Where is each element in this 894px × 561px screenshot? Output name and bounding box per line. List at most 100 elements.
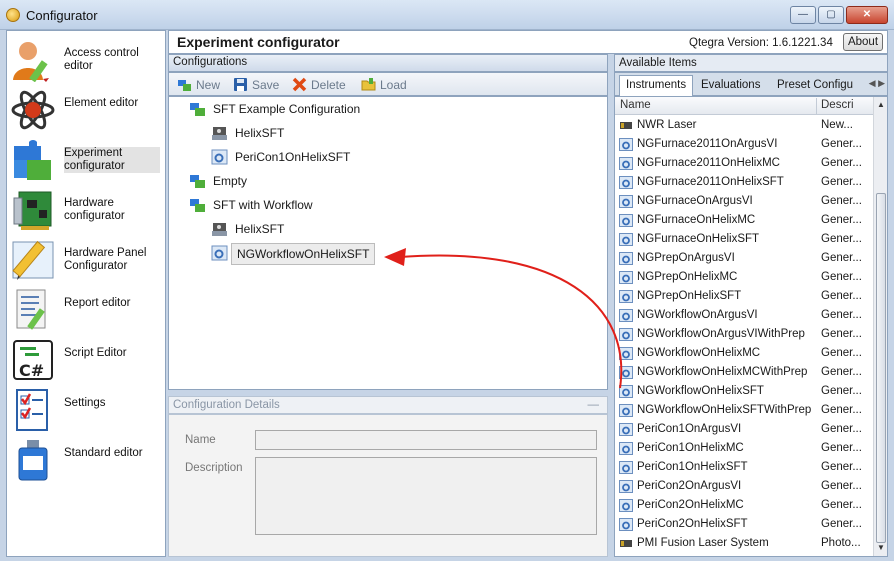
new-puzzle-icon — [178, 80, 191, 91]
list-item-name: PeriCon2OnHelixMC — [637, 499, 744, 511]
list-item[interactable]: PeriCon1OnHelixMC Gener... — [615, 439, 873, 458]
list-item[interactable]: NWR Laser New... — [615, 116, 873, 135]
list-item-description: Gener... — [821, 328, 862, 340]
sidebar-item-settings[interactable]: Settings — [7, 385, 165, 435]
gear-doc-icon — [619, 480, 633, 493]
puzzle-icon — [14, 140, 51, 180]
list-item[interactable]: NGFurnace2011OnHelixSFT Gener... — [615, 173, 873, 192]
laser-icon — [620, 122, 632, 129]
list-item-name: PeriCon2OnHelixSFT — [637, 518, 748, 530]
list-item[interactable]: NGFurnace2011OnArgusVI Gener... — [615, 135, 873, 154]
sidebar-item-label: Hardware Panel Configurator — [64, 247, 147, 272]
gear-doc-icon — [619, 461, 633, 474]
list-item-description: Gener... — [821, 252, 862, 264]
list-item[interactable]: PeriCon2OnHelixSFT Gener... — [615, 515, 873, 534]
name-label: Name — [185, 434, 216, 446]
list-item[interactable]: NGWorkflowOnHelixMC Gener... — [615, 344, 873, 363]
about-button[interactable]: About — [843, 33, 883, 51]
list-item[interactable]: NGFurnace2011OnHelixMC Gener... — [615, 154, 873, 173]
list-item-description: Photo... — [821, 537, 861, 549]
list-item[interactable]: PMI Fusion Laser System Photo... — [615, 534, 873, 553]
tree-node-label: SFT Example Configuration — [213, 102, 361, 116]
list-item[interactable]: NGFurnaceOnArgusVI Gener... — [615, 192, 873, 211]
list-item-description: Gener... — [821, 176, 862, 188]
list-item-name: NGPrepOnHelixSFT — [637, 290, 742, 302]
configurations-toolbar: New Save Delete Load — [168, 72, 608, 96]
list-item[interactable]: NGPrepOnArgusVI Gener... — [615, 249, 873, 268]
user-pencil-icon — [13, 42, 49, 82]
list-item[interactable]: NGWorkflowOnArgusVI Gener... — [615, 306, 873, 325]
column-description-header[interactable]: Descri — [821, 97, 854, 114]
sidebar-item-access-control-editor[interactable]: Access control editor — [7, 35, 165, 85]
gear-doc-icon — [619, 366, 633, 379]
minimize-button[interactable]: — — [790, 6, 816, 24]
tree-node-label: NGWorkflowOnHelixSFT — [231, 243, 376, 265]
report-icon — [16, 289, 46, 330]
list-item[interactable]: PeriCon2OnHelixMC Gener... — [615, 496, 873, 515]
available-items-heading: Available Items — [614, 54, 888, 72]
list-item[interactable]: NGFurnaceOnHelixMC Gener... — [615, 211, 873, 230]
sidebar-item-experiment-configurator[interactable]: Experiment configurator — [7, 135, 165, 185]
configuration-details-heading: Configuration Details — — [168, 396, 608, 414]
gear-doc-icon — [619, 385, 633, 398]
sidebar-item-label: Element editor — [64, 97, 139, 109]
maximize-button[interactable]: ▢ — [818, 6, 844, 24]
csharp-script-icon: C# — [13, 340, 53, 380]
sidebar-item-script-editor[interactable]: C# Script Editor — [7, 335, 165, 385]
column-name-header[interactable]: Name — [620, 97, 651, 114]
load-button[interactable]: Load — [361, 76, 407, 94]
list-item[interactable]: NGWorkflowOnHelixMCWithPrep Gener... — [615, 363, 873, 382]
scroll-down-arrow-icon[interactable]: ▼ — [874, 540, 887, 556]
save-button[interactable]: Save — [233, 76, 279, 94]
tab-scroll-arrows[interactable]: ◀ ▶ — [869, 78, 885, 89]
list-item[interactable]: NGWorkflowOnArgusVIWithPrep Gener... — [615, 325, 873, 344]
new-button[interactable]: New — [177, 76, 220, 94]
sidebar-item-label: Hardware configurator — [64, 197, 125, 222]
sidebar-item-hardware-panel-configurator[interactable]: Hardware Panel Configurator — [7, 235, 165, 285]
sidebar-item-label: Access control editor — [64, 47, 139, 72]
list-item-name: NGWorkflowOnHelixMCWithPrep — [637, 366, 808, 378]
sidebar-item-element-editor[interactable]: Element editor — [7, 85, 165, 135]
gear-doc-icon — [619, 176, 633, 189]
save-disk-icon — [234, 78, 247, 91]
sidebar-item-standard-editor[interactable]: Standard editor — [7, 435, 165, 485]
list-item[interactable]: PeriCon2OnArgusVI Gener... — [615, 477, 873, 496]
list-item[interactable]: NGPrepOnHelixSFT Gener... — [615, 287, 873, 306]
vertical-scrollbar[interactable]: ▲ ▼ — [873, 97, 887, 556]
sidebar-item-label: Script Editor — [64, 347, 127, 359]
name-field[interactable] — [255, 430, 597, 450]
list-item-name: NGFurnaceOnArgusVI — [637, 195, 753, 207]
sidebar-item-label: Settings — [64, 397, 106, 409]
delete-button[interactable]: Delete — [292, 76, 346, 94]
tab-instruments[interactable]: Instruments — [619, 75, 694, 96]
version-label: Qtegra Version: 1.6.1221.34 — [689, 37, 833, 49]
list-item[interactable]: PeriCon1OnHelixSFT Gener... — [615, 458, 873, 477]
close-button[interactable]: ✕ — [846, 6, 888, 24]
scroll-thumb[interactable] — [876, 193, 886, 543]
list-item[interactable]: NGFurnaceOnHelixSFT Gener... — [615, 230, 873, 249]
gear-doc-icon — [619, 157, 633, 170]
sidebar-item-report-editor[interactable]: Report editor — [7, 285, 165, 335]
pencil-icon — [12, 240, 54, 280]
collapse-button[interactable]: — — [588, 397, 600, 413]
column-separator[interactable] — [816, 98, 817, 114]
list-item-description: Gener... — [821, 480, 862, 492]
tab-preset-configurations[interactable]: Preset Configu — [771, 76, 859, 95]
tree-node-label: Empty — [213, 174, 248, 188]
list-item[interactable]: NGWorkflowOnHelixSFT Gener... — [615, 382, 873, 401]
gear-doc-icon — [619, 309, 633, 322]
instrument-icon — [212, 223, 227, 236]
page-title: Experiment configurator — [177, 34, 340, 50]
scroll-up-arrow-icon[interactable]: ▲ — [874, 97, 887, 113]
list-item[interactable]: PeriCon1OnArgusVI Gener... — [615, 420, 873, 439]
description-field[interactable] — [255, 457, 597, 535]
list-item-description: Gener... — [821, 233, 862, 245]
list-item[interactable]: NGPrepOnHelixMC Gener... — [615, 268, 873, 287]
tree-node-label: PeriCon1OnHelixSFT — [235, 150, 351, 164]
list-item-description: Gener... — [821, 423, 862, 435]
tab-evaluations[interactable]: Evaluations — [695, 76, 766, 95]
list-item-description: Gener... — [821, 195, 862, 207]
list-item[interactable]: NGWorkflowOnHelixSFTWithPrep Gener... — [615, 401, 873, 420]
sidebar-item-hardware-configurator[interactable]: Hardware configurator — [7, 185, 165, 235]
tree-node-label: SFT with Workflow — [213, 198, 313, 212]
